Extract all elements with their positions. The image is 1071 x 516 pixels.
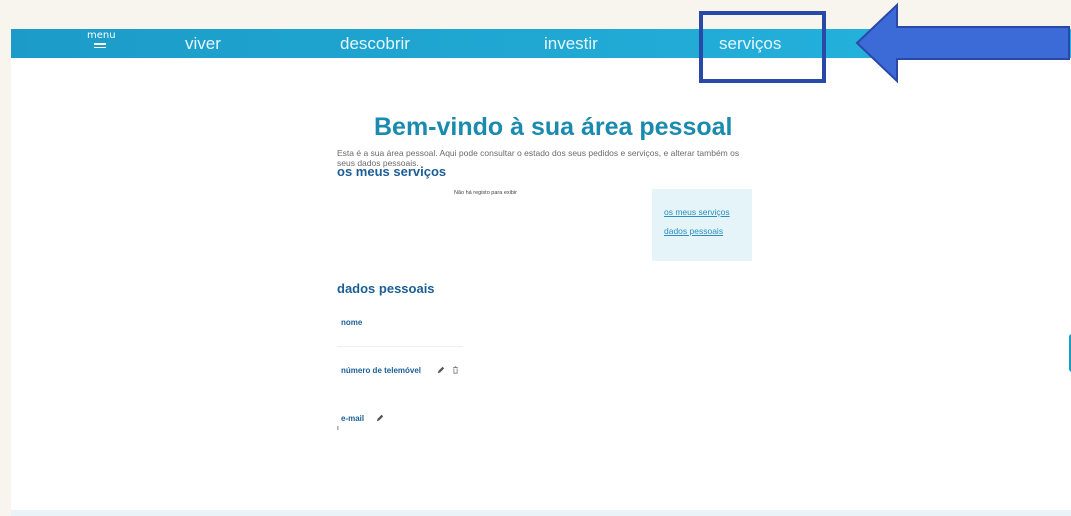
services-heading: os meus serviços bbox=[337, 164, 447, 179]
side-link-personal-data[interactable]: dados pessoais bbox=[664, 226, 723, 236]
personal-data-heading: dados pessoais bbox=[337, 281, 435, 296]
page-container: menu viver descobrir investir serviços B… bbox=[11, 29, 1071, 510]
nav-item-investir[interactable]: investir bbox=[544, 34, 598, 54]
annotation-highlight-box bbox=[699, 11, 826, 83]
field-label-phone: número de telemóvel bbox=[341, 366, 422, 375]
pencil-icon[interactable] bbox=[376, 414, 384, 424]
field-label-email: e-mail bbox=[341, 414, 365, 423]
field-divider bbox=[337, 346, 463, 347]
nav-item-descobrir[interactable]: descobrir bbox=[340, 34, 410, 54]
clipped-email-value: l___ __ ____ ____ ___ bbox=[337, 426, 467, 430]
bottom-strip bbox=[11, 510, 1071, 516]
menu-label: menu bbox=[87, 30, 116, 41]
side-link-services[interactable]: os meus serviços bbox=[664, 207, 730, 217]
empty-records-text: Não há registo para exibir bbox=[454, 190, 517, 196]
field-label-name: nome bbox=[341, 318, 363, 327]
annotation-left-arrow-icon bbox=[855, 2, 1070, 84]
nav-item-viver[interactable]: viver bbox=[185, 34, 221, 54]
pencil-icon[interactable] bbox=[437, 366, 445, 376]
hamburger-icon bbox=[94, 43, 106, 48]
side-nav-panel: os meus serviços dados pessoais bbox=[652, 189, 752, 261]
trash-icon[interactable] bbox=[452, 366, 459, 376]
menu-button[interactable]: menu bbox=[87, 30, 116, 50]
page-title: Bem-vindo à sua área pessoal bbox=[374, 113, 733, 141]
